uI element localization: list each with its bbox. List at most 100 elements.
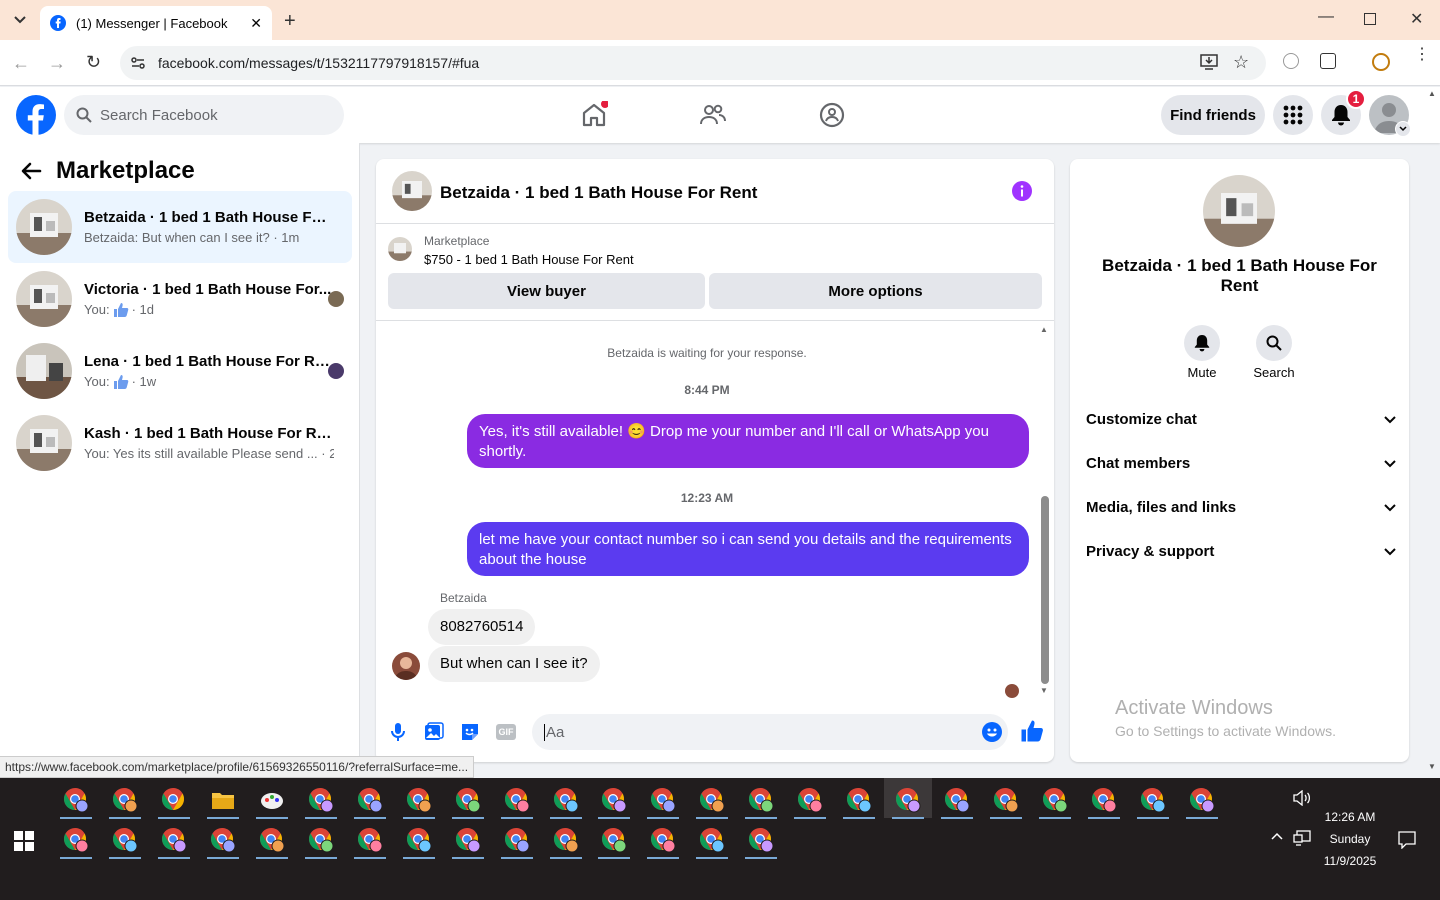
message-input[interactable]: Aa — [532, 714, 1008, 750]
windows-start-icon[interactable] — [14, 831, 34, 851]
search-conversation-icon[interactable] — [1256, 325, 1292, 361]
facebook-search-box[interactable]: Search Facebook — [64, 95, 344, 135]
microphone-icon[interactable] — [390, 722, 406, 742]
scroll-up-arrow-icon[interactable]: ▲ — [1428, 89, 1436, 98]
tab-close-icon[interactable]: ✕ — [250, 15, 262, 32]
outgoing-message[interactable]: Yes, it's still available! 😊 Drop me you… — [467, 414, 1029, 468]
chrome-profile-icon[interactable] — [594, 781, 634, 819]
browser-tab[interactable]: (1) Messenger | Facebook ✕ — [40, 6, 272, 40]
chrome-profile-icon[interactable] — [546, 781, 586, 819]
chrome-icon[interactable] — [154, 781, 194, 819]
chrome-profile-icon[interactable] — [594, 821, 634, 859]
tab-search-icon[interactable] — [8, 8, 32, 32]
chrome-profile-icon[interactable] — [937, 781, 977, 819]
incoming-message[interactable]: 8082760514 — [428, 609, 536, 645]
bookmark-star-icon[interactable]: ☆ — [1233, 52, 1249, 73]
chrome-profile-icon[interactable] — [741, 781, 781, 819]
back-icon[interactable]: ← — [12, 53, 30, 74]
tray-time[interactable]: 12:26 AM — [1318, 810, 1382, 824]
minimize-icon[interactable]: — — [1318, 8, 1334, 26]
gif-icon[interactable]: GIF — [496, 724, 516, 740]
volume-icon[interactable] — [1293, 790, 1311, 806]
chrome-profile-icon[interactable] — [154, 821, 194, 859]
back-arrow-icon[interactable] — [20, 160, 42, 182]
incoming-message[interactable]: But when can I see it? — [428, 646, 600, 682]
address-bar[interactable]: facebook.com/messages/t/1532117797918157… — [120, 46, 1266, 80]
chrome-profile-icon[interactable] — [399, 821, 439, 859]
conversation-item-victoria[interactable]: Victoria · 1 bed 1 Bath House For... You… — [8, 263, 352, 335]
chrome-profile-icon[interactable] — [692, 821, 732, 859]
customize-chat-section[interactable]: Customize chat — [1086, 411, 1396, 428]
file-explorer-icon[interactable] — [203, 781, 243, 819]
network-icon[interactable] — [1293, 830, 1311, 846]
chrome-profile-icon[interactable] — [1084, 781, 1124, 819]
chrome-profile-icon[interactable] — [497, 781, 537, 819]
chrome-profile-icon[interactable] — [1133, 781, 1173, 819]
chat-header-avatar[interactable] — [392, 171, 432, 211]
chrome-profile-icon[interactable] — [643, 821, 683, 859]
chrome-profile-icon[interactable] — [497, 821, 537, 859]
chat-members-section[interactable]: Chat members — [1086, 455, 1396, 472]
chrome-profile-icon[interactable] — [350, 781, 390, 819]
chrome-profile-icon[interactable] — [350, 821, 390, 859]
menu-grid-icon[interactable] — [1273, 95, 1313, 135]
chrome-profile-icon[interactable] — [986, 781, 1026, 819]
chrome-profile-icon[interactable] — [839, 781, 879, 819]
chrome-profile-icon[interactable] — [105, 821, 145, 859]
site-settings-icon[interactable] — [130, 55, 146, 71]
forward-icon[interactable]: → — [48, 53, 66, 74]
chrome-profile-icon[interactable] — [105, 781, 145, 819]
tray-date[interactable]: 11/9/2025 — [1318, 854, 1382, 868]
mute-bell-icon[interactable] — [1184, 325, 1220, 361]
chrome-profile-icon[interactable] — [1035, 781, 1075, 819]
chrome-profile-icon[interactable] — [448, 821, 488, 859]
tray-chevron-up-icon[interactable] — [1271, 832, 1283, 840]
more-options-button[interactable]: More options — [709, 273, 1042, 309]
profile-icon[interactable] — [1372, 53, 1390, 71]
find-friends-button[interactable]: Find friends — [1161, 95, 1265, 135]
chat-scrollbar-thumb[interactable] — [1041, 496, 1049, 684]
chrome-profile-icon[interactable] — [643, 781, 683, 819]
chrome-profile-icon[interactable] — [203, 821, 243, 859]
chrome-profile-icon[interactable] — [546, 821, 586, 859]
conversation-item-lena[interactable]: Lena · 1 bed 1 Bath House For Re... You:… — [8, 335, 352, 407]
chrome-profile-icon[interactable] — [692, 781, 732, 819]
chrome-profile-icon[interactable] — [252, 821, 292, 859]
search-label[interactable]: Search — [1244, 365, 1304, 380]
chrome-profile-icon[interactable] — [301, 821, 341, 859]
chrome-profile-icon[interactable] — [741, 821, 781, 859]
reload-icon[interactable]: ↻ — [86, 52, 101, 73]
menu-kebab-icon[interactable]: ⋮ — [1414, 47, 1430, 63]
scroll-down-icon[interactable]: ▼ — [1040, 686, 1048, 695]
chat-title[interactable]: Betzaida · 1 bed 1 Bath House For Rent — [440, 183, 757, 203]
info-icon[interactable] — [1012, 181, 1032, 201]
listing-title[interactable]: $750 - 1 bed 1 Bath House For Rent — [424, 252, 634, 267]
home-icon[interactable] — [580, 101, 608, 129]
chrome-profile-icon[interactable] — [888, 781, 928, 819]
install-app-icon[interactable] — [1200, 54, 1218, 70]
conversation-item-betzaida[interactable]: Betzaida · 1 bed 1 Bath House For ... Be… — [8, 191, 352, 263]
groups-icon[interactable] — [819, 102, 845, 128]
chrome-profile-icon[interactable] — [790, 781, 830, 819]
chrome-profile-icon[interactable] — [1182, 781, 1222, 819]
chrome-profile-icon[interactable] — [56, 781, 96, 819]
close-window-icon[interactable]: ✕ — [1410, 9, 1423, 29]
scroll-up-icon[interactable]: ▲ — [1040, 325, 1048, 334]
view-buyer-button[interactable]: View buyer — [388, 273, 705, 309]
outgoing-message[interactable]: let me have your contact number so i can… — [467, 522, 1029, 576]
maximize-icon[interactable] — [1364, 13, 1376, 25]
privacy-support-section[interactable]: Privacy & support — [1086, 543, 1396, 560]
chrome-profile-icon[interactable] — [301, 781, 341, 819]
mute-label[interactable]: Mute — [1172, 365, 1232, 380]
tray-day[interactable]: Sunday — [1318, 832, 1382, 846]
sender-avatar[interactable] — [392, 652, 420, 680]
page-scroll-down-icon[interactable]: ▼ — [1428, 762, 1436, 771]
translate-icon[interactable] — [1283, 53, 1299, 69]
sticker-icon[interactable] — [460, 722, 480, 742]
details-avatar[interactable] — [1203, 175, 1275, 247]
media-files-links-section[interactable]: Media, files and links — [1086, 499, 1396, 516]
chrome-profile-icon[interactable] — [448, 781, 488, 819]
action-center-icon[interactable] — [1398, 831, 1416, 849]
facebook-logo-icon[interactable] — [16, 95, 56, 135]
conversation-item-kash[interactable]: Kash · 1 bed 1 Bath House For Rent You: … — [8, 407, 352, 479]
